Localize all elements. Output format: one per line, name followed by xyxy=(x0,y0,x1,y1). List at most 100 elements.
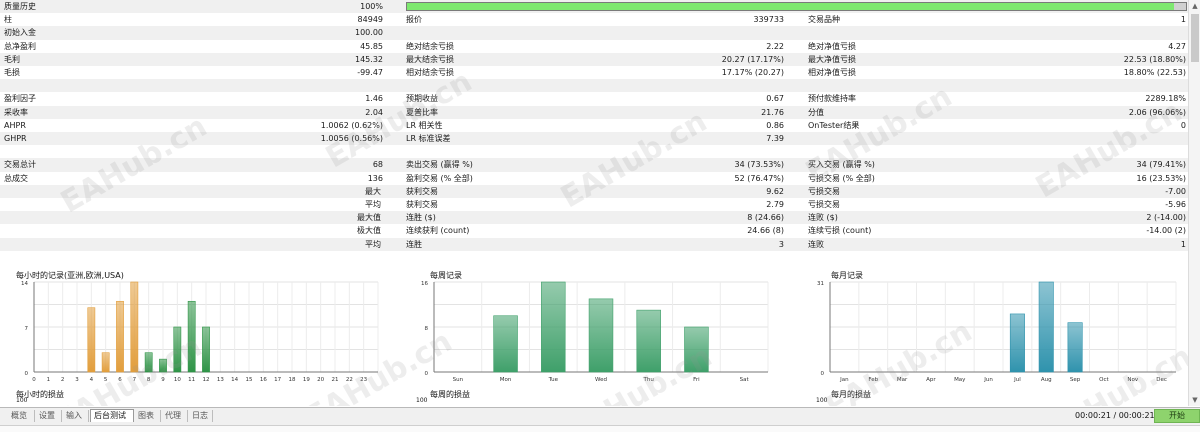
bar xyxy=(130,281,139,373)
stat-label: 相对结余亏损 xyxy=(406,68,454,77)
stat-label: 连胜 ($) xyxy=(406,213,436,223)
tab-0[interactable]: 概览 xyxy=(8,410,35,422)
x-tick-label: Oct xyxy=(1099,377,1109,383)
stat-label: 连败 xyxy=(808,239,824,249)
bar xyxy=(202,326,210,373)
elapsed-time: 00:00:21 / 00:00:21 xyxy=(1075,411,1155,420)
scroll-down-icon[interactable]: ▼ xyxy=(1189,394,1200,406)
stat-label: 连续获利 (count) xyxy=(406,226,470,236)
stat-label: 交易总计 xyxy=(4,160,36,170)
tab-2[interactable]: 输入 xyxy=(63,410,89,422)
stat-label: 预期收益 xyxy=(406,94,438,104)
stat-value: 1.0056 (0.56%) xyxy=(320,134,383,143)
x-tick-label: 19 xyxy=(303,377,310,383)
stats-row: 最大 获利交易 9.62 亏损交易 -7.00 xyxy=(0,184,1188,198)
x-tick-label: 10 xyxy=(174,377,181,383)
bar xyxy=(116,300,124,373)
y-tick-label: 0 xyxy=(821,371,825,377)
x-tick-label: Nov xyxy=(1127,377,1138,383)
stat-value: 9.62 xyxy=(766,186,784,196)
stat-value: 1 xyxy=(1180,15,1186,25)
stat-value: 45.85 xyxy=(360,41,383,51)
x-tick-label: 9 xyxy=(161,377,165,383)
report-scrollbar[interactable]: ▲ ▼ xyxy=(1188,0,1200,406)
stat-value xyxy=(200,185,383,198)
stat-value: 84949 xyxy=(357,15,383,25)
stat-value: 0 xyxy=(1180,120,1186,130)
stat-value xyxy=(200,198,383,211)
x-tick-label: Apr xyxy=(926,377,936,383)
stats-row: 盈利因子 1.46 预期收益 0.67 预付款维持率 2289.18% xyxy=(0,92,1188,105)
stat-label: 最大净值亏损 xyxy=(808,54,856,64)
stat-label: OnTester结果 xyxy=(808,120,860,130)
stat-label: 总净盈利 xyxy=(4,41,36,51)
x-tick-label: 6 xyxy=(118,377,122,383)
stat-label: AHPR xyxy=(4,120,26,130)
bar xyxy=(101,352,110,373)
stat-label: 卖出交易 (赢得 %) xyxy=(406,160,473,170)
x-tick-label: 7 xyxy=(133,377,137,383)
y-tick-label: 0 xyxy=(25,371,29,377)
stat-label: 相对净值亏损 xyxy=(808,68,856,77)
x-tick-label: 4 xyxy=(90,377,94,383)
stats-row: 极大值 连续获利 (count) 24.66 (8) 连续亏损 (count) -14.… xyxy=(0,224,1188,237)
stats-row: 初始入金 100.00 xyxy=(0,26,1188,40)
scroll-thumb[interactable] xyxy=(1191,14,1199,62)
tab-3[interactable]: 后台测试 xyxy=(90,409,134,422)
stat-value xyxy=(200,211,383,224)
y-tick-label: 0 xyxy=(425,371,429,377)
stat-label xyxy=(804,79,1044,92)
stats-row xyxy=(0,145,1188,158)
stat-value: 1 xyxy=(1180,239,1186,249)
tab-6[interactable]: 日志 xyxy=(189,410,213,422)
stat-label xyxy=(804,132,1044,145)
stat-value: 22.53 (18.80%) xyxy=(1123,54,1186,64)
bar xyxy=(144,352,153,373)
quality-row: 质量历史 100% xyxy=(0,0,1188,14)
weekly-pl-ytick: 100 xyxy=(416,397,428,404)
x-tick-label: 17 xyxy=(274,377,281,383)
stats-row: GHPR 1.0056 (0.56%) LR 标准误差 7.39 xyxy=(0,132,1188,146)
x-tick-label: Fri xyxy=(693,377,700,383)
stat-value: 2.79 xyxy=(766,200,784,209)
bar xyxy=(1038,281,1054,373)
stat-value: 24.66 (8) xyxy=(747,226,784,236)
stat-value: 17.17% (20.27) xyxy=(721,68,784,77)
stat-label xyxy=(0,79,200,92)
stat-value: 2 (-14.00) xyxy=(1146,213,1186,223)
stat-label: LR 相关性 xyxy=(406,120,443,130)
tab-1[interactable]: 设置 xyxy=(36,410,62,422)
stat-value: 16 (23.53%) xyxy=(1136,173,1186,183)
stat-value: 4.27 xyxy=(1168,41,1186,51)
stats-row xyxy=(0,79,1188,93)
stat-label: 最大结余亏损 xyxy=(406,54,454,64)
stat-value: 136 xyxy=(367,173,383,183)
x-tick-label: Sat xyxy=(740,377,750,383)
stat-value xyxy=(1044,26,1186,39)
x-tick-label: 15 xyxy=(246,377,253,383)
stat-label: LR 标准误差 xyxy=(406,134,451,143)
x-tick-label: 0 xyxy=(32,377,36,383)
start-button[interactable]: 开始 xyxy=(1154,409,1200,423)
stat-value: 34 (79.41%) xyxy=(1136,160,1186,170)
stat-value: 20.27 (17.17%) xyxy=(721,54,784,64)
x-tick-label: Mon xyxy=(500,377,512,383)
scroll-up-icon[interactable]: ▲ xyxy=(1189,0,1200,12)
x-tick-label: Wed xyxy=(595,377,607,383)
stat-value: 7.39 xyxy=(766,134,784,143)
lower-panel-strip xyxy=(0,425,1200,432)
bar xyxy=(1067,322,1083,373)
stats-row: 毛利 145.32 最大结余亏损 20.27 (17.17%) 最大净值亏损 22.53 … xyxy=(0,52,1188,66)
stat-label xyxy=(0,145,200,158)
backtest-report: 质量历史 100% 柱 84949 报价 339733 交易品种 1 初始入金 100.00 总… xyxy=(0,0,1188,406)
bar xyxy=(159,358,167,373)
quality-bar xyxy=(406,2,1187,11)
stat-value xyxy=(200,79,383,92)
stat-value: 100.00 xyxy=(355,28,383,38)
stat-label: 连败 ($) xyxy=(808,213,838,223)
tab-5[interactable]: 代理 xyxy=(162,410,188,422)
tab-4[interactable]: 图表 xyxy=(135,410,161,422)
x-tick-label: 14 xyxy=(231,377,238,383)
stat-value: -14.00 (2) xyxy=(1146,226,1186,236)
stat-label: 初始入金 xyxy=(4,28,36,38)
